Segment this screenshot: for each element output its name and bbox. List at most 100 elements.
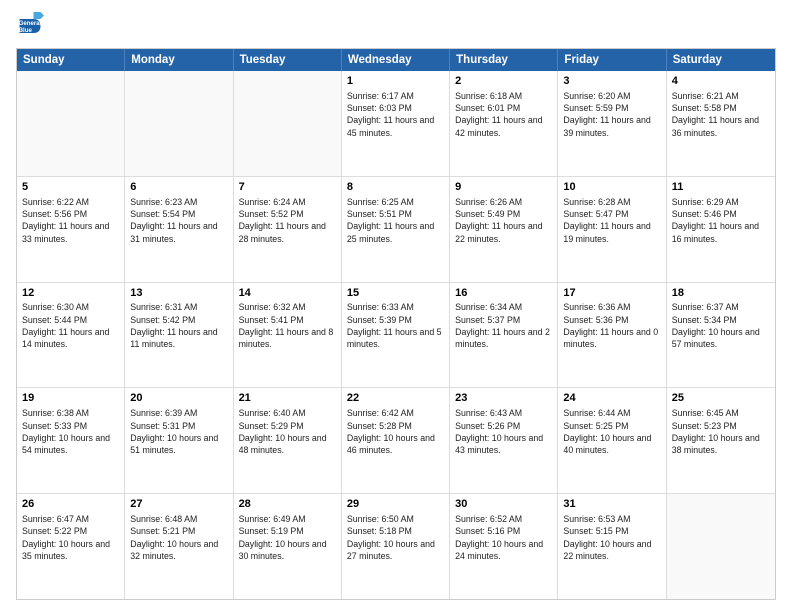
cell-text-20: Sunrise: 6:39 AM Sunset: 5:31 PM Dayligh… bbox=[130, 407, 227, 456]
header-monday: Monday bbox=[125, 49, 233, 71]
calendar-body: 1Sunrise: 6:17 AM Sunset: 6:03 PM Daylig… bbox=[17, 71, 775, 599]
day-number-20: 20 bbox=[130, 391, 227, 406]
cell-text-21: Sunrise: 6:40 AM Sunset: 5:29 PM Dayligh… bbox=[239, 407, 336, 456]
day-number-9: 9 bbox=[455, 180, 552, 195]
day-number-27: 27 bbox=[130, 497, 227, 512]
day-number-1: 1 bbox=[347, 74, 444, 89]
calendar-cell-17: 17Sunrise: 6:36 AM Sunset: 5:36 PM Dayli… bbox=[558, 283, 666, 388]
cell-text-23: Sunrise: 6:43 AM Sunset: 5:26 PM Dayligh… bbox=[455, 407, 552, 456]
header-saturday: Saturday bbox=[667, 49, 775, 71]
cell-text-30: Sunrise: 6:52 AM Sunset: 5:16 PM Dayligh… bbox=[455, 513, 552, 562]
day-number-7: 7 bbox=[239, 180, 336, 195]
cell-text-28: Sunrise: 6:49 AM Sunset: 5:19 PM Dayligh… bbox=[239, 513, 336, 562]
calendar-row-3: 19Sunrise: 6:38 AM Sunset: 5:33 PM Dayli… bbox=[17, 388, 775, 494]
calendar-cell-18: 18Sunrise: 6:37 AM Sunset: 5:34 PM Dayli… bbox=[667, 283, 775, 388]
calendar-cell-11: 11Sunrise: 6:29 AM Sunset: 5:46 PM Dayli… bbox=[667, 177, 775, 282]
cell-text-25: Sunrise: 6:45 AM Sunset: 5:23 PM Dayligh… bbox=[672, 407, 770, 456]
cell-text-6: Sunrise: 6:23 AM Sunset: 5:54 PM Dayligh… bbox=[130, 196, 227, 245]
day-number-16: 16 bbox=[455, 286, 552, 301]
calendar-cell-26: 26Sunrise: 6:47 AM Sunset: 5:22 PM Dayli… bbox=[17, 494, 125, 599]
cell-text-24: Sunrise: 6:44 AM Sunset: 5:25 PM Dayligh… bbox=[563, 407, 660, 456]
calendar-cell-27: 27Sunrise: 6:48 AM Sunset: 5:21 PM Dayli… bbox=[125, 494, 233, 599]
calendar-cell-12: 12Sunrise: 6:30 AM Sunset: 5:44 PM Dayli… bbox=[17, 283, 125, 388]
day-number-8: 8 bbox=[347, 180, 444, 195]
calendar-cell-20: 20Sunrise: 6:39 AM Sunset: 5:31 PM Dayli… bbox=[125, 388, 233, 493]
day-number-18: 18 bbox=[672, 286, 770, 301]
cell-text-8: Sunrise: 6:25 AM Sunset: 5:51 PM Dayligh… bbox=[347, 196, 444, 245]
cell-text-18: Sunrise: 6:37 AM Sunset: 5:34 PM Dayligh… bbox=[672, 301, 770, 350]
page-header: General Blue bbox=[16, 12, 776, 40]
cell-text-31: Sunrise: 6:53 AM Sunset: 5:15 PM Dayligh… bbox=[563, 513, 660, 562]
calendar-row-2: 12Sunrise: 6:30 AM Sunset: 5:44 PM Dayli… bbox=[17, 283, 775, 389]
calendar-cell-22: 22Sunrise: 6:42 AM Sunset: 5:28 PM Dayli… bbox=[342, 388, 450, 493]
calendar-cell-24: 24Sunrise: 6:44 AM Sunset: 5:25 PM Dayli… bbox=[558, 388, 666, 493]
cell-text-17: Sunrise: 6:36 AM Sunset: 5:36 PM Dayligh… bbox=[563, 301, 660, 350]
calendar-cell-3: 3Sunrise: 6:20 AM Sunset: 5:59 PM Daylig… bbox=[558, 71, 666, 176]
calendar-row-0: 1Sunrise: 6:17 AM Sunset: 6:03 PM Daylig… bbox=[17, 71, 775, 177]
calendar-cell-31: 31Sunrise: 6:53 AM Sunset: 5:15 PM Dayli… bbox=[558, 494, 666, 599]
calendar-cell-8: 8Sunrise: 6:25 AM Sunset: 5:51 PM Daylig… bbox=[342, 177, 450, 282]
cell-text-7: Sunrise: 6:24 AM Sunset: 5:52 PM Dayligh… bbox=[239, 196, 336, 245]
day-number-12: 12 bbox=[22, 286, 119, 301]
header-wednesday: Wednesday bbox=[342, 49, 450, 71]
calendar: Sunday Monday Tuesday Wednesday Thursday… bbox=[16, 48, 776, 600]
calendar-cell-13: 13Sunrise: 6:31 AM Sunset: 5:42 PM Dayli… bbox=[125, 283, 233, 388]
cell-text-16: Sunrise: 6:34 AM Sunset: 5:37 PM Dayligh… bbox=[455, 301, 552, 350]
day-number-30: 30 bbox=[455, 497, 552, 512]
day-number-26: 26 bbox=[22, 497, 119, 512]
cell-text-29: Sunrise: 6:50 AM Sunset: 5:18 PM Dayligh… bbox=[347, 513, 444, 562]
logo-icon: General Blue bbox=[16, 12, 44, 40]
calendar-cell-29: 29Sunrise: 6:50 AM Sunset: 5:18 PM Dayli… bbox=[342, 494, 450, 599]
calendar-cell-23: 23Sunrise: 6:43 AM Sunset: 5:26 PM Dayli… bbox=[450, 388, 558, 493]
calendar-row-4: 26Sunrise: 6:47 AM Sunset: 5:22 PM Dayli… bbox=[17, 494, 775, 599]
header-tuesday: Tuesday bbox=[234, 49, 342, 71]
empty-cell-0-1 bbox=[125, 71, 233, 176]
day-number-6: 6 bbox=[130, 180, 227, 195]
calendar-cell-9: 9Sunrise: 6:26 AM Sunset: 5:49 PM Daylig… bbox=[450, 177, 558, 282]
svg-text:Blue: Blue bbox=[19, 27, 33, 34]
cell-text-13: Sunrise: 6:31 AM Sunset: 5:42 PM Dayligh… bbox=[130, 301, 227, 350]
day-number-24: 24 bbox=[563, 391, 660, 406]
cell-text-11: Sunrise: 6:29 AM Sunset: 5:46 PM Dayligh… bbox=[672, 196, 770, 245]
cell-text-10: Sunrise: 6:28 AM Sunset: 5:47 PM Dayligh… bbox=[563, 196, 660, 245]
logo: General Blue bbox=[16, 12, 44, 40]
day-number-2: 2 bbox=[455, 74, 552, 89]
header-sunday: Sunday bbox=[17, 49, 125, 71]
day-number-11: 11 bbox=[672, 180, 770, 195]
cell-text-5: Sunrise: 6:22 AM Sunset: 5:56 PM Dayligh… bbox=[22, 196, 119, 245]
calendar-cell-6: 6Sunrise: 6:23 AM Sunset: 5:54 PM Daylig… bbox=[125, 177, 233, 282]
day-number-17: 17 bbox=[563, 286, 660, 301]
day-number-14: 14 bbox=[239, 286, 336, 301]
cell-text-15: Sunrise: 6:33 AM Sunset: 5:39 PM Dayligh… bbox=[347, 301, 444, 350]
cell-text-26: Sunrise: 6:47 AM Sunset: 5:22 PM Dayligh… bbox=[22, 513, 119, 562]
day-number-21: 21 bbox=[239, 391, 336, 406]
calendar-cell-16: 16Sunrise: 6:34 AM Sunset: 5:37 PM Dayli… bbox=[450, 283, 558, 388]
cell-text-1: Sunrise: 6:17 AM Sunset: 6:03 PM Dayligh… bbox=[347, 90, 444, 139]
calendar-cell-19: 19Sunrise: 6:38 AM Sunset: 5:33 PM Dayli… bbox=[17, 388, 125, 493]
cell-text-22: Sunrise: 6:42 AM Sunset: 5:28 PM Dayligh… bbox=[347, 407, 444, 456]
cell-text-3: Sunrise: 6:20 AM Sunset: 5:59 PM Dayligh… bbox=[563, 90, 660, 139]
calendar-cell-28: 28Sunrise: 6:49 AM Sunset: 5:19 PM Dayli… bbox=[234, 494, 342, 599]
cell-text-27: Sunrise: 6:48 AM Sunset: 5:21 PM Dayligh… bbox=[130, 513, 227, 562]
header-friday: Friday bbox=[558, 49, 666, 71]
day-number-5: 5 bbox=[22, 180, 119, 195]
svg-text:General: General bbox=[19, 20, 42, 27]
cell-text-4: Sunrise: 6:21 AM Sunset: 5:58 PM Dayligh… bbox=[672, 90, 770, 139]
cell-text-14: Sunrise: 6:32 AM Sunset: 5:41 PM Dayligh… bbox=[239, 301, 336, 350]
day-number-25: 25 bbox=[672, 391, 770, 406]
calendar-cell-25: 25Sunrise: 6:45 AM Sunset: 5:23 PM Dayli… bbox=[667, 388, 775, 493]
day-number-28: 28 bbox=[239, 497, 336, 512]
cell-text-9: Sunrise: 6:26 AM Sunset: 5:49 PM Dayligh… bbox=[455, 196, 552, 245]
calendar-cell-21: 21Sunrise: 6:40 AM Sunset: 5:29 PM Dayli… bbox=[234, 388, 342, 493]
empty-cell-0-0 bbox=[17, 71, 125, 176]
day-number-19: 19 bbox=[22, 391, 119, 406]
calendar-page: General Blue Sunday Monday Tuesday Wedne… bbox=[0, 0, 792, 612]
calendar-cell-2: 2Sunrise: 6:18 AM Sunset: 6:01 PM Daylig… bbox=[450, 71, 558, 176]
empty-cell-4-6 bbox=[667, 494, 775, 599]
calendar-row-1: 5Sunrise: 6:22 AM Sunset: 5:56 PM Daylig… bbox=[17, 177, 775, 283]
cell-text-12: Sunrise: 6:30 AM Sunset: 5:44 PM Dayligh… bbox=[22, 301, 119, 350]
cell-text-19: Sunrise: 6:38 AM Sunset: 5:33 PM Dayligh… bbox=[22, 407, 119, 456]
calendar-cell-5: 5Sunrise: 6:22 AM Sunset: 5:56 PM Daylig… bbox=[17, 177, 125, 282]
calendar-cell-30: 30Sunrise: 6:52 AM Sunset: 5:16 PM Dayli… bbox=[450, 494, 558, 599]
day-number-29: 29 bbox=[347, 497, 444, 512]
